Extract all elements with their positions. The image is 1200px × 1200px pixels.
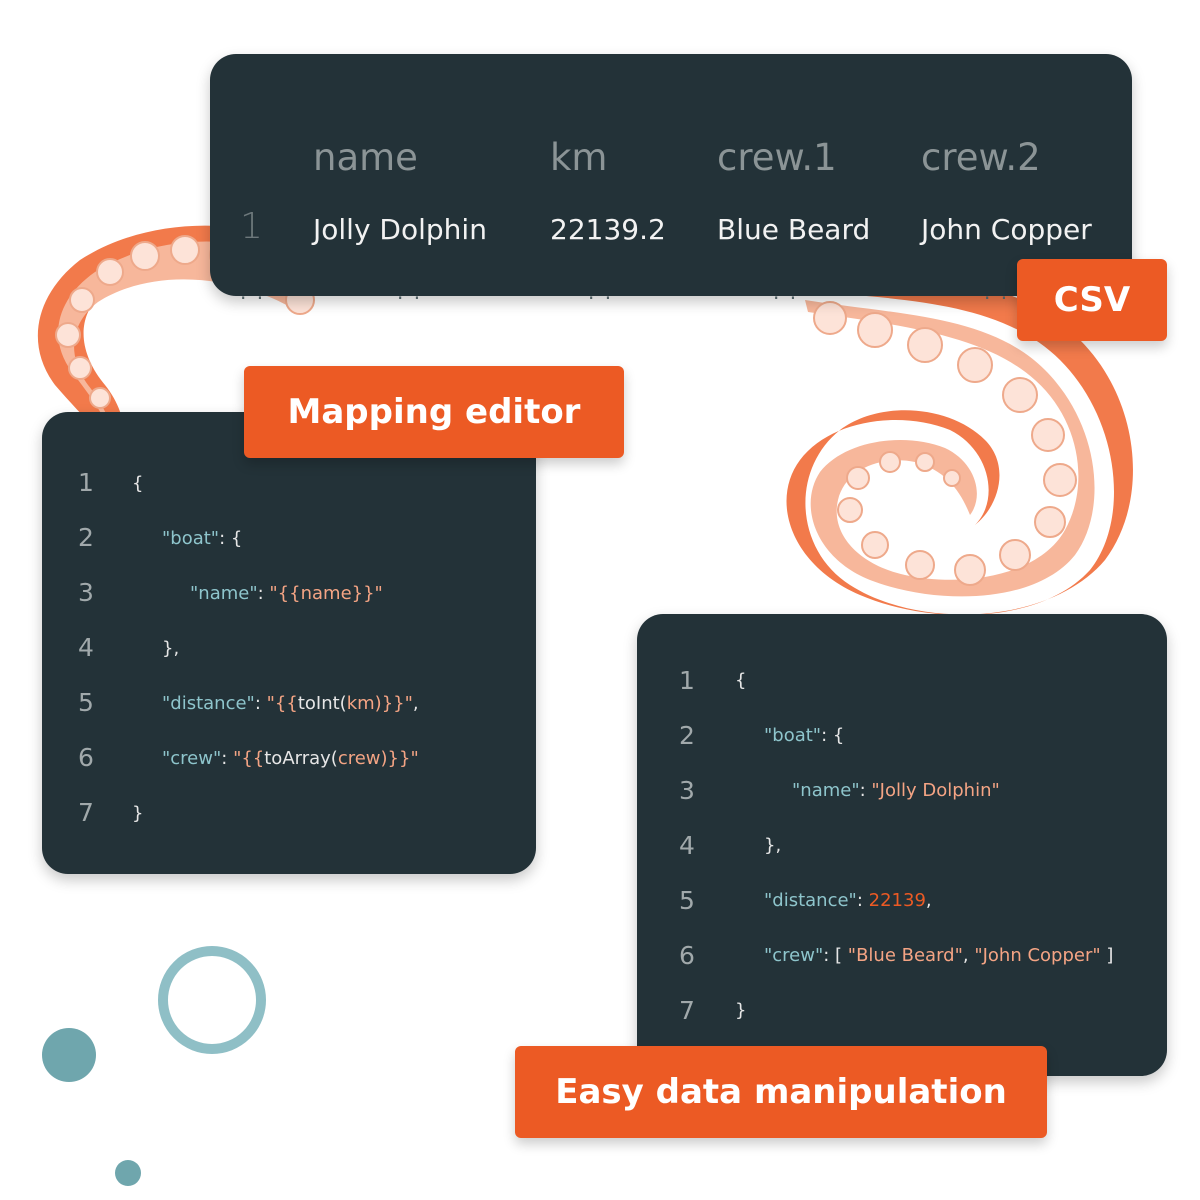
mapping-editor-label: Mapping editor [244,366,624,458]
line-number: 6 [679,941,695,970]
code-line-3: "name": "Jolly Dolphin" [792,780,1000,801]
code-string: "John Copper" [974,945,1101,966]
code-field: crew [337,748,381,769]
line-number: 5 [679,886,695,915]
line-number: 3 [78,578,94,607]
csv-ellipsis-index: . . [240,280,266,304]
code-token: { [132,473,144,494]
code-string: )}}" [374,693,413,714]
line-number: 3 [679,776,695,805]
csv-table-panel: name km crew.1 crew.2 1 Jolly Dolphin 22… [210,54,1132,304]
line-number: 4 [78,633,94,662]
code-string: }}" [351,583,383,604]
csv-cell-name: Jolly Dolphin [313,213,487,246]
code-key: "distance" [764,890,857,911]
code-key: "crew" [764,945,824,966]
code-token: : [221,748,234,769]
easy-data-manipulation-label: Easy data manipulation [515,1046,1047,1138]
code-field: name [300,583,352,604]
code-line-7: } [735,1000,746,1021]
code-string: "{{ [233,748,265,769]
code-line-4: }, [162,638,179,659]
csv-ellipsis-crew-2: . . [984,280,1010,304]
result-json-panel: 1 2 3 4 5 6 7 { "boat": { "name": "Jolly… [637,614,1167,1076]
csv-label: CSV [1017,259,1167,341]
code-line-3: "name": "{{name}}" [190,583,383,604]
code-number: 22139 [868,890,926,911]
code-function: toArray( [264,748,338,769]
code-key: "distance" [162,693,255,714]
csv-cell-crew-2: John Copper [921,213,1092,246]
line-number: 6 [78,743,94,772]
code-key: "name" [190,583,258,604]
code-token: : [257,583,270,604]
ring-circle-icon [158,946,266,1054]
csv-ellipsis-name: . . [397,280,423,304]
code-line-5: "distance": 22139, [764,890,932,911]
line-number: 1 [679,666,695,695]
csv-cell-crew-1: Blue Beard [717,213,871,246]
csv-ellipsis-km: . . [588,280,614,304]
code-field: km [346,693,375,714]
line-number: 2 [78,523,94,552]
code-string: "{{ [266,693,298,714]
code-token: : [856,890,869,911]
code-key: "boat" [764,725,822,746]
code-token: }, [764,835,782,856]
code-token: , [925,890,932,911]
code-string: )}}" [380,748,419,769]
code-token: { [735,670,747,691]
code-line-4: }, [764,835,781,856]
code-token: , [962,945,975,966]
code-string: "Jolly Dolphin" [871,780,1000,801]
csv-cell-km: 22139.2 [550,213,666,246]
code-token: : [ [823,945,848,966]
code-token: } [132,803,144,824]
dot-small-icon [115,1160,141,1186]
code-token: : [254,693,267,714]
csv-header-crew-2: crew.2 [921,136,1041,179]
line-number: 7 [78,798,94,827]
line-number: 2 [679,721,695,750]
code-token: : [859,780,872,801]
code-token: ] [1100,945,1114,966]
csv-header-km: km [550,136,608,179]
code-line-1: { [132,473,143,494]
code-token: : { [821,725,845,746]
code-token: } [735,1000,747,1021]
line-number: 4 [679,831,695,860]
csv-row-index: 1 [240,206,263,247]
code-line-6: "crew": [ "Blue Beard", "John Copper" ] [764,945,1113,966]
csv-header-name: name [313,136,418,179]
code-string: "{{ [269,583,301,604]
code-function: toInt( [297,693,347,714]
code-line-7: } [132,803,143,824]
code-line-6: "crew": "{{toArray(crew)}}" [162,748,419,769]
code-token: }, [162,638,180,659]
dot-large-icon [42,1028,96,1082]
code-key: "boat" [162,528,220,549]
mapping-editor-panel: 1 2 3 4 5 6 7 { "boat": { "name": "{{nam… [42,412,536,874]
code-line-2: "boat": { [764,725,844,746]
code-key: "crew" [162,748,222,769]
code-string: "Blue Beard" [847,945,963,966]
line-number: 5 [78,688,94,717]
line-number: 1 [78,468,94,497]
line-number: 7 [679,996,695,1025]
code-line-2: "boat": { [162,528,242,549]
code-line-5: "distance": "{{toInt(km)}}", [162,693,419,714]
code-token: , [412,693,419,714]
csv-ellipsis-crew-1: . . [773,280,799,304]
code-line-1: { [735,670,746,691]
csv-header-crew-1: crew.1 [717,136,837,179]
code-key: "name" [792,780,860,801]
code-token: : { [219,528,243,549]
